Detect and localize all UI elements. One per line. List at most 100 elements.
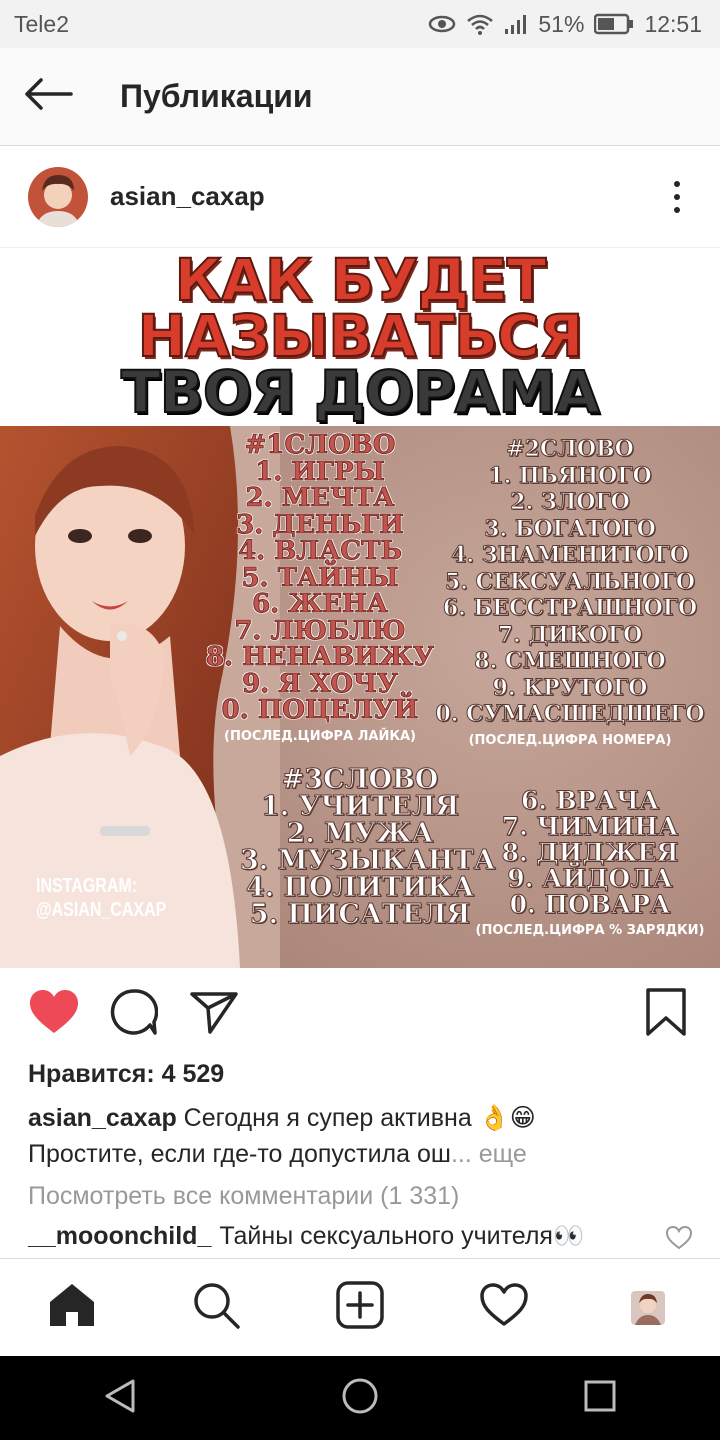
list2-item: 4. ЗНАМЕНИТОГО (451, 542, 690, 569)
list2-note: (ПОСЛЕД.ЦИФРА НОМЕРА) (468, 732, 672, 748)
list1-item: 0. ПОЦЕЛУЙ (221, 695, 419, 725)
carrier-name: Tele2 (14, 10, 69, 37)
list3-item: 5. ПИСАТЕЛЯ (249, 899, 471, 930)
author-avatar[interactable] (28, 166, 88, 227)
comment-button[interactable] (104, 984, 164, 1044)
list4-item: 6. ВРАЧА (520, 786, 660, 815)
list2-item: 3. БОГАТОГО (484, 515, 657, 542)
nav-add-post[interactable] (320, 1268, 400, 1348)
list4-item: 8. ДИДЖЕЯ (501, 838, 679, 867)
list1-item: 5. ТАЙНЫ (241, 562, 399, 593)
view-all-comments-link[interactable]: Посмотреть все комментарии (1 331) (28, 1182, 459, 1211)
square-recents-icon (583, 1379, 617, 1418)
status-bar: Tele2 51% 12:51 (0, 0, 720, 48)
word-list-1: #1СЛОВО 1. ИГРЫ 2. МЕЧТА 3. ДЕНЬГИ 4. ВЛ… (200, 432, 440, 750)
system-recents-button[interactable] (550, 1356, 650, 1440)
caption-text-line2: Простите, если где-то допустила ош (28, 1140, 451, 1168)
comment-icon (110, 988, 159, 1041)
clock: 12:51 (644, 10, 702, 37)
nav-activity[interactable] (464, 1268, 544, 1348)
comment-username[interactable]: __mooonchild_ (28, 1222, 211, 1251)
wifi-icon (466, 13, 494, 35)
system-back-button[interactable] (70, 1356, 170, 1440)
system-nav-bar (0, 1356, 720, 1440)
post-actions (0, 968, 720, 1060)
list2-item: #2СЛОВО (506, 436, 635, 463)
circle-home-icon (341, 1377, 379, 1420)
more-dot (674, 206, 680, 213)
list2-item: 5. СЕКСУАЛЬНОГО (444, 568, 696, 595)
battery-percent: 51% (538, 10, 585, 37)
headline-line-1: КАК БУДЕТ (174, 248, 548, 314)
list1-item: 9. Я ХОЧУ (242, 668, 399, 699)
post-image[interactable]: КАК БУДЕТ НАЗЫВАТЬСЯ ТВОЯ ДОРАМА #1СЛОВО… (0, 248, 720, 968)
word-list-4: 6. ВРАЧА 7. ЧИМИНА 8. ДИДЖЕЯ 9. АЙДОЛА 0… (460, 786, 720, 944)
nav-profile[interactable] (608, 1268, 688, 1348)
comment-like-button[interactable] (665, 1225, 693, 1257)
more-dot (674, 193, 680, 200)
eye-icon (428, 14, 456, 34)
comment-text: Тайны сексуального учителя👀 (219, 1222, 585, 1250)
caption-username[interactable]: asian_caxap (28, 1104, 177, 1132)
list3-item: #3СЛОВО (281, 764, 439, 795)
nav-search[interactable] (176, 1268, 256, 1348)
bottom-nav (0, 1258, 720, 1356)
headline-line-3: ТВОЯ ДОРАМА (120, 358, 601, 426)
comment-row: __mooonchild_ Тайны сексуального учителя… (28, 1222, 693, 1251)
more-options-button[interactable] (662, 172, 692, 222)
arrow-left-icon (23, 77, 73, 116)
profile-avatar (631, 1290, 665, 1325)
bookmark-icon (645, 987, 687, 1041)
list1-item: 6. ЖЕНА (252, 589, 389, 619)
add-post-icon (336, 1281, 384, 1334)
image-watermark: INSTAGRAM: @ASIAN_CAXAP (36, 874, 166, 922)
back-button[interactable] (0, 48, 96, 146)
list3-item: 3. МУЗЫКАНТА (240, 845, 496, 876)
more-vertical-icon (674, 180, 680, 187)
list2-item: 0. СУМАСШЕДШЕГО (435, 701, 705, 728)
watermark-line: INSTAGRAM: (36, 875, 138, 897)
word-list-3: #3СЛОВО 1. УЧИТЕЛЯ 2. МУЖА 3. МУЗЫКАНТА … (240, 764, 496, 930)
caption-more-link[interactable]: ... еще (451, 1140, 527, 1168)
list2-item: 8. СМЕШНОГО (474, 648, 666, 675)
triangle-back-icon (103, 1378, 137, 1419)
list4-note: (ПОСЛЕД.ЦИФРА % ЗАРЯДКИ) (475, 923, 705, 938)
image-headline: КАК БУДЕТ НАЗЫВАТЬСЯ ТВОЯ ДОРАМА (0, 248, 720, 426)
list3-item: 2. МУЖА (286, 818, 434, 849)
post-caption: asian_caxap Сегодня я супер активна 👌😁 П… (28, 1100, 692, 1172)
list1-item: 1. ИГРЫ (255, 456, 386, 487)
list1-item: 3. ДЕНЬГИ (236, 509, 405, 540)
list2-item: 1. ПЬЯНОГО (488, 462, 652, 489)
list4-item: 9. АЙДОЛА (507, 864, 673, 893)
list2-item: 7. ДИКОГО (497, 621, 643, 648)
share-button[interactable] (184, 984, 244, 1044)
heart-filled-icon (28, 989, 80, 1040)
search-icon (192, 1281, 240, 1334)
list2-item: 9. КРУТОГО (492, 674, 648, 701)
image-body: #1СЛОВО 1. ИГРЫ 2. МЕЧТА 3. ДЕНЬГИ 4. ВЛ… (0, 426, 720, 968)
headline-line-2: НАЗЫВАТЬСЯ (137, 302, 585, 370)
watermark-line: @ASIAN_CAXAP (36, 899, 167, 921)
page-title: Публикации (120, 78, 313, 114)
list1-item: 7. ЛЮБЛЮ (234, 615, 406, 646)
list1-item: 8. НЕНАВИЖУ (205, 642, 435, 672)
list2-item: 6. БЕССТРАШНОГО (442, 595, 698, 622)
likes-count[interactable]: Нравится: 4 529 (28, 1060, 224, 1089)
post-header: asian_caxap (0, 146, 720, 248)
list1-note: (ПОСЛЕД.ЦИФРА ЛАЙКА) (224, 728, 416, 744)
list1-item: #1СЛОВО (244, 430, 396, 460)
list4-item: 0. ПОВАРА (509, 890, 671, 919)
nav-home[interactable] (32, 1268, 112, 1348)
list4-item: 7. ЧИМИНА (501, 812, 679, 841)
system-home-button[interactable] (310, 1356, 410, 1440)
signal-icon (504, 13, 528, 35)
heart-outline-icon (480, 1283, 528, 1332)
battery-icon (594, 13, 634, 35)
word-list-2: #2СЛОВО 1. ПЬЯНОГО 2. ЗЛОГО 3. БОГАТОГО … (430, 436, 710, 754)
like-button[interactable] (24, 984, 84, 1044)
list1-item: 2. МЕЧТА (245, 483, 395, 513)
save-button[interactable] (636, 984, 696, 1044)
caption-text: Сегодня я супер активна 👌😁 (183, 1104, 536, 1132)
list2-item: 2. ЗЛОГО (510, 489, 630, 516)
author-username[interactable]: asian_caxap (110, 181, 662, 212)
